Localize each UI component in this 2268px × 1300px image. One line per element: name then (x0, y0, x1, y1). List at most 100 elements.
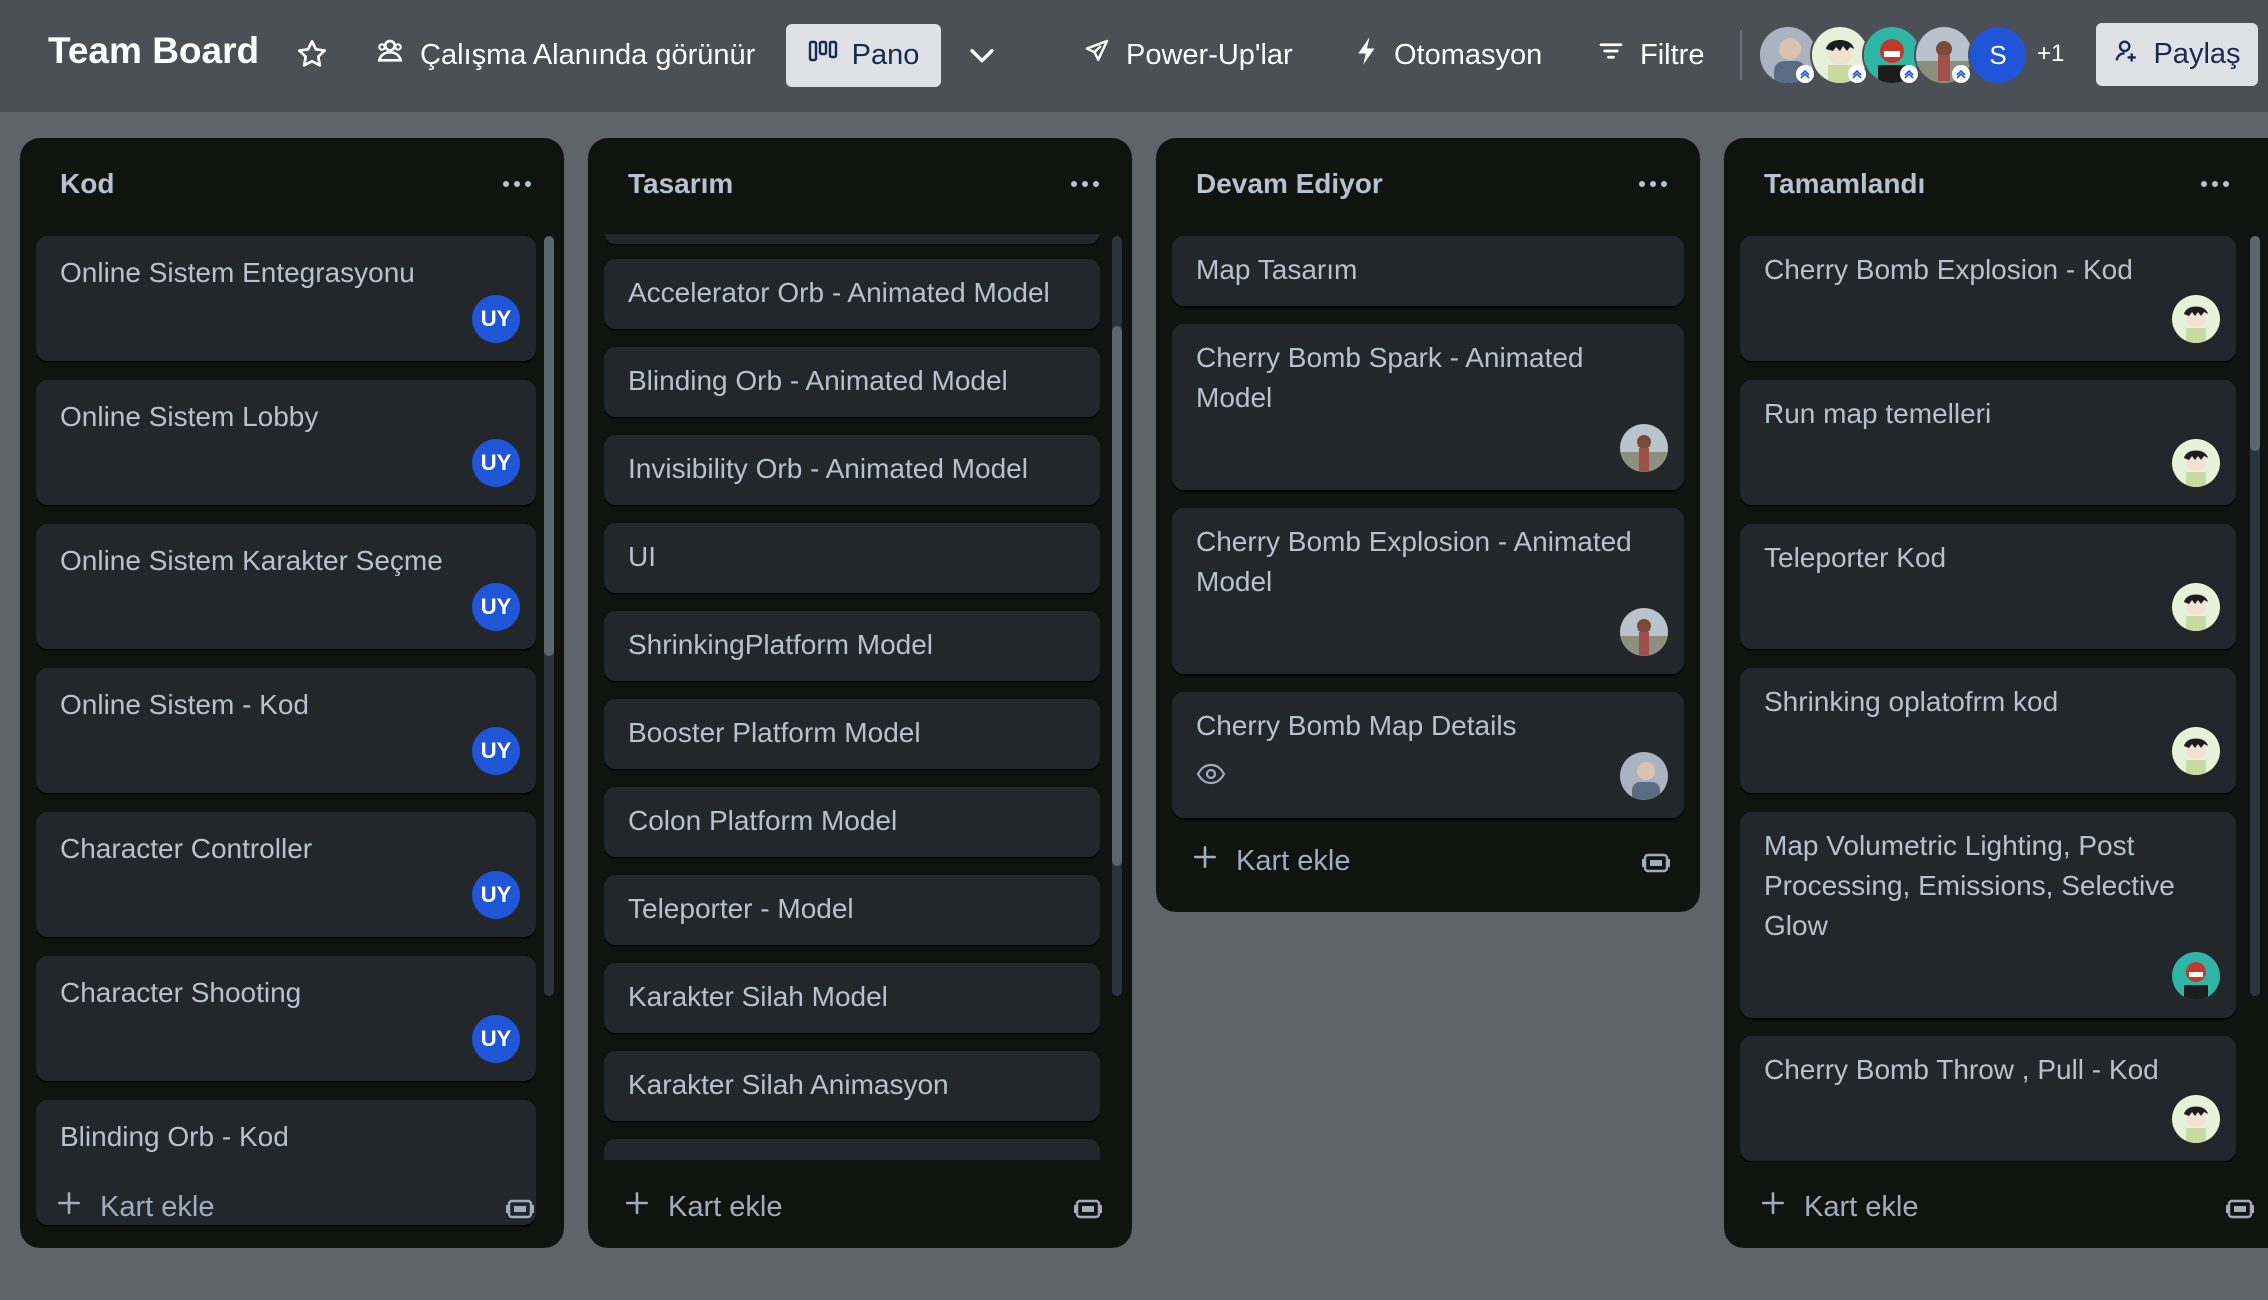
card-template-icon[interactable] (2226, 1196, 2254, 1222)
card[interactable]: Map Volumetric Lighting, Post Processing… (1740, 812, 2236, 1018)
more-icon[interactable] (1638, 176, 1668, 187)
chevron-down-icon[interactable] (960, 30, 1004, 80)
member-avatar-initials[interactable]: UY (472, 727, 520, 775)
card[interactable]: Run map temelleri (1740, 380, 2236, 505)
card-template-icon[interactable] (506, 1196, 534, 1222)
more-icon[interactable] (502, 176, 532, 187)
card[interactable]: Karakter Silah Animasyon (604, 1051, 1100, 1121)
add-card-button[interactable]: Kart ekle (1192, 844, 1350, 878)
list-title[interactable]: Devam Ediyor (1196, 168, 1383, 200)
scrollbar-thumb[interactable] (1112, 326, 1122, 866)
card[interactable]: Online Sistem Entegrasyonu UY (36, 236, 536, 361)
plus-icon (624, 1190, 650, 1224)
automation-label: Otomasyon (1394, 38, 1543, 71)
visibility-button[interactable]: Çalışma Alanında görünür (374, 25, 755, 85)
member-avatar[interactable] (2172, 727, 2220, 775)
list-scrollbar[interactable] (1112, 236, 1122, 996)
share-button[interactable]: Paylaş (2096, 23, 2258, 86)
people-icon (374, 35, 406, 75)
board-title[interactable]: Team Board (48, 30, 259, 72)
card[interactable]: Online Sistem Lobby UY (36, 380, 536, 505)
more-icon[interactable] (1070, 176, 1100, 187)
filter-icon (1596, 36, 1626, 74)
card-template-icon[interactable] (1642, 850, 1670, 876)
card[interactable]: Shrinking oplatofrm kod (1740, 668, 2236, 793)
card[interactable]: Blinding Orb - Animated Model (604, 347, 1100, 417)
member-avatar[interactable] (1620, 608, 1668, 656)
card-template-icon[interactable] (1074, 1196, 1102, 1222)
card[interactable]: Invisibility Orb - Animated Model (604, 435, 1100, 505)
member-avatar[interactable] (2172, 439, 2220, 487)
card[interactable]: Accelerator Orb - Animated Model (604, 259, 1100, 329)
member-avatar-initials[interactable]: UY (472, 295, 520, 343)
add-person-icon (2113, 37, 2141, 73)
card[interactable]: Character Controller UY (36, 812, 536, 937)
scrollbar-thumb[interactable] (2250, 236, 2260, 451)
card-title: Karakter Silah Animasyon (628, 1069, 949, 1100)
list-scrollbar[interactable] (544, 236, 554, 996)
card-title: Run map temelleri (1764, 398, 1992, 429)
member-avatar[interactable] (1620, 424, 1668, 472)
add-card-label: Kart ekle (1804, 1190, 1919, 1223)
member-avatar[interactable] (2172, 583, 2220, 631)
card[interactable]: Map Tasarım (1172, 236, 1684, 306)
card-title: Cherry Bomb Explosion - Animated Model (1196, 526, 1632, 597)
add-card-button[interactable]: Kart ekle (624, 1190, 782, 1224)
list-title[interactable]: Tamamlandı (1764, 168, 1925, 200)
member-avatar-initials[interactable]: UY (472, 1015, 520, 1063)
automation-button[interactable]: Otomasyon (1354, 25, 1542, 85)
board-view-button[interactable]: Pano (786, 24, 941, 87)
card[interactable]: Online Sistem - Kod UY (36, 668, 536, 793)
add-card-button[interactable]: Kart ekle (56, 1190, 214, 1224)
member-avatar-initials[interactable]: UY (472, 583, 520, 631)
add-card-label: Kart ekle (668, 1190, 783, 1223)
card[interactable]: UI (604, 523, 1100, 593)
scrollbar-thumb[interactable] (544, 236, 554, 656)
board-view-label: Pano (851, 39, 920, 71)
admin-badge-icon (1848, 65, 1866, 83)
card-title: Accelerator Orb - Animated Model (628, 277, 1050, 308)
card-title: Online Sistem Entegrasyonu (60, 257, 415, 288)
extra-members-count[interactable]: +1 (2037, 40, 2064, 68)
filter-button[interactable]: Filtre (1596, 25, 1704, 85)
more-icon[interactable] (2200, 176, 2230, 187)
list-title[interactable]: Tasarım (628, 168, 733, 200)
card-partial[interactable] (604, 1139, 1100, 1160)
card[interactable]: Teleporter Kod (1740, 524, 2236, 649)
card[interactable]: Cherry Bomb Throw , Pull - Kod (1740, 1036, 2236, 1161)
card[interactable]: Online Sistem Karakter Seçme UY (36, 524, 536, 649)
card[interactable]: Cherry Bomb Explosion - Kod (1740, 236, 2236, 361)
member-avatar-initial[interactable]: S (1968, 25, 2028, 85)
admin-badge-icon (1796, 65, 1814, 83)
board-view-icon (808, 39, 838, 73)
member-avatar[interactable] (2172, 1095, 2220, 1143)
list-scrollbar[interactable] (2250, 236, 2260, 996)
add-card-label: Kart ekle (100, 1190, 215, 1223)
star-icon[interactable] (294, 36, 330, 72)
member-avatar-initials[interactable]: UY (472, 439, 520, 487)
board-header: Team Board Çalışma Alanında görünür Pano… (0, 0, 2268, 112)
card[interactable]: ShrinkingPlatform Model (604, 611, 1100, 681)
card-title: Teleporter - Model (628, 893, 854, 924)
list-title[interactable]: Kod (60, 168, 114, 200)
member-avatar[interactable] (1620, 752, 1668, 800)
member-avatar[interactable] (2172, 295, 2220, 343)
card[interactable]: Cherry Bomb Map Details (1172, 692, 1684, 818)
list-tamamlandi: Tamamlandı Cherry Bomb Explosion - Kod R… (1724, 138, 2268, 1248)
card[interactable]: Colon Platform Model (604, 787, 1100, 857)
member-avatar[interactable] (2172, 952, 2220, 1000)
card[interactable]: Teleporter - Model (604, 875, 1100, 945)
card-title: Cherry Bomb Explosion - Kod (1764, 254, 2133, 285)
list-devam-ediyor: Devam Ediyor Map Tasarım Cherry Bomb Spa… (1156, 138, 1700, 912)
card-title: Karakter Silah Model (628, 981, 888, 1012)
card-title: Online Sistem Karakter Seçme (60, 545, 443, 576)
card-partial[interactable] (604, 234, 1100, 244)
powerups-button[interactable]: Power-Up'lar (1082, 25, 1293, 85)
card[interactable]: Karakter Silah Model (604, 963, 1100, 1033)
card[interactable]: Cherry Bomb Explosion - Animated Model (1172, 508, 1684, 674)
card[interactable]: Character Shooting UY (36, 956, 536, 1081)
add-card-button[interactable]: Kart ekle (1760, 1190, 1918, 1224)
card[interactable]: Booster Platform Model (604, 699, 1100, 769)
member-avatar-initials[interactable]: UY (472, 871, 520, 919)
card[interactable]: Cherry Bomb Spark - Animated Model (1172, 324, 1684, 490)
